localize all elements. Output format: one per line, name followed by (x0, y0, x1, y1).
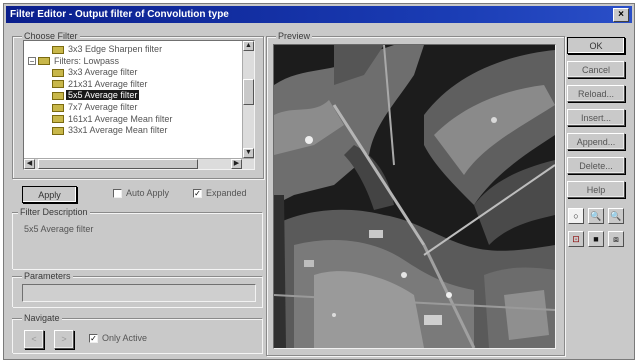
auto-apply-label: Auto Apply (126, 188, 170, 198)
expanded-checkbox[interactable]: ✓ (193, 189, 202, 198)
fullscreen-icon[interactable]: ⧈ (608, 231, 624, 247)
window-title: Filter Editor - Output filter of Convolu… (10, 9, 229, 20)
previous-button[interactable]: < (24, 330, 44, 349)
parameters-field[interactable] (22, 284, 256, 302)
apply-button[interactable]: Apply (22, 186, 77, 203)
tree-item-label: Filters: Lowpass (54, 55, 120, 66)
horizontal-scroll-thumb[interactable] (38, 159, 198, 169)
filter-icon (52, 68, 64, 77)
zoom-out-icon[interactable]: 🔍 (608, 208, 624, 224)
pointer-tool-icon[interactable]: ○ (568, 208, 584, 224)
tree-item[interactable]: 3x3 Average filter (52, 67, 139, 78)
close-button[interactable]: × (613, 8, 629, 22)
only-active-label: Only Active (102, 333, 148, 343)
filter-description-label: Filter Description (18, 207, 90, 217)
filter-icon (52, 126, 64, 135)
filter-icon (52, 92, 64, 101)
tree-item-label: 33x1 Average Mean filter (68, 125, 168, 136)
title-bar: Filter Editor - Output filter of Convolu… (6, 6, 632, 23)
filter-icon (52, 45, 64, 54)
tree-item-label: 21x31 Average filter (68, 78, 148, 89)
filter-icon (52, 103, 64, 112)
filtered-aerial-image (274, 45, 555, 348)
collapse-toggle-icon[interactable]: − (28, 57, 36, 66)
preview-image[interactable] (273, 44, 556, 349)
tree-item[interactable]: 5x5 Average filter (52, 90, 140, 101)
cancel-button[interactable]: Cancel (567, 61, 625, 78)
only-active-checkbox[interactable]: ✓ (89, 334, 98, 343)
filter-icon (52, 115, 64, 124)
vertical-scroll-thumb[interactable] (243, 79, 254, 105)
tree-item-label: 161x1 Average Mean filter (68, 113, 173, 124)
tree-folder[interactable]: − Filters: Lowpass (28, 56, 121, 67)
tree-item-label: 5x5 Average filter (66, 90, 140, 101)
tree-item[interactable]: 3x3 Edge Sharpen filter (52, 44, 164, 55)
scroll-up-button[interactable]: ▲ (243, 41, 254, 51)
scroll-left-button[interactable]: ◀ (24, 159, 35, 169)
next-button[interactable]: > (54, 330, 74, 349)
tree-item[interactable]: 161x1 Average Mean filter (52, 114, 174, 125)
tree-item-label: 3x3 Edge Sharpen filter (68, 44, 163, 54)
scroll-right-button[interactable]: ▶ (231, 159, 242, 169)
reload-button[interactable]: Reload... (567, 85, 625, 102)
filter-description-text: 5x5 Average filter (24, 224, 94, 234)
append-button[interactable]: Append... (567, 133, 625, 150)
preview-label: Preview (276, 31, 313, 41)
tree-vertical-scrollbar[interactable]: ▲ ▼ (242, 41, 254, 169)
expanded-label: Expanded (206, 188, 247, 198)
tree-item[interactable]: 21x31 Average filter (52, 79, 149, 90)
scroll-down-button[interactable]: ▼ (243, 148, 254, 158)
filter-description-group (12, 212, 262, 269)
help-button[interactable]: Help (567, 181, 625, 198)
insert-button[interactable]: Insert... (567, 109, 625, 126)
ok-button[interactable]: OK (567, 37, 625, 54)
fit-to-window-icon[interactable]: ⊡ (568, 231, 584, 247)
actual-size-icon[interactable]: ■ (588, 231, 604, 247)
folder-icon (38, 57, 50, 66)
tree-item-label: 3x3 Average filter (68, 67, 138, 78)
zoom-in-icon[interactable]: 🔍 (588, 208, 604, 224)
navigate-label: Navigate (22, 313, 62, 323)
parameters-label: Parameters (22, 271, 73, 281)
filter-tree[interactable]: 3x3 Edge Sharpen filter − Filters: Lowpass… (23, 40, 255, 170)
filter-icon (52, 80, 64, 89)
tree-item-label: 7x7 Average filter (68, 102, 138, 112)
tree-item[interactable]: 33x1 Average Mean filter (52, 125, 169, 136)
delete-button[interactable]: Delete... (567, 157, 625, 174)
auto-apply-checkbox[interactable] (113, 189, 122, 198)
tree-item[interactable]: 7x7 Average filter (52, 102, 139, 113)
tree-horizontal-scrollbar[interactable]: ◀ ▶ (24, 158, 254, 169)
